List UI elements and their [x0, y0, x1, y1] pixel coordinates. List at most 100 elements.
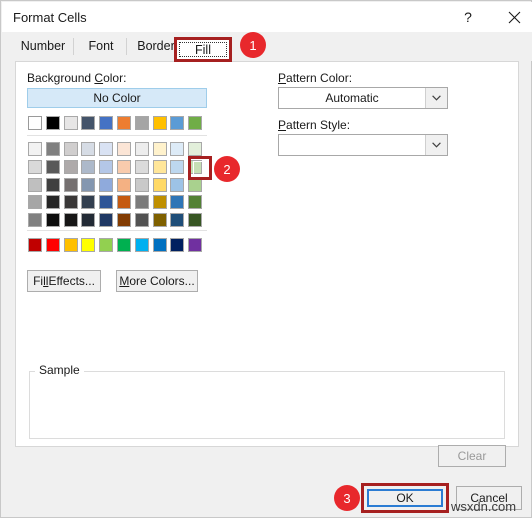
theme-variant-swatch-r1-3[interactable]: [63, 142, 78, 156]
theme-variant-swatch-r2-4[interactable]: [81, 159, 96, 174]
tab-divider: [126, 38, 127, 55]
annotation-badge-1: 1: [240, 32, 266, 58]
theme-variant-swatch-r5-4[interactable]: [81, 213, 96, 228]
theme-variant-swatch-r4-8[interactable]: [152, 195, 167, 210]
standard-color-swatch-3[interactable]: [63, 238, 78, 252]
theme-variant-swatch-r3-7[interactable]: [134, 177, 149, 192]
background-color-label: Background Color:: [27, 71, 127, 85]
theme-variant-swatch-r3-4[interactable]: [81, 177, 96, 192]
standard-color-swatch-5[interactable]: [99, 238, 114, 252]
theme-variant-swatch-r5-6[interactable]: [117, 213, 131, 228]
theme-color-swatch-5[interactable]: [99, 116, 114, 130]
theme-variant-swatch-r3-9[interactable]: [170, 177, 185, 192]
standard-color-swatch-1[interactable]: [28, 238, 42, 252]
ok-button[interactable]: OK: [361, 483, 449, 513]
theme-variant-swatch-r1-2[interactable]: [45, 142, 60, 156]
theme-color-swatch-10[interactable]: [188, 116, 203, 130]
theme-variant-swatch-r2-9[interactable]: [170, 159, 185, 174]
theme-variant-swatch-r4-4[interactable]: [81, 195, 96, 210]
theme-variant-swatch-r5-8[interactable]: [152, 213, 167, 228]
theme-color-swatch-8[interactable]: [152, 116, 167, 130]
standard-color-swatch-2[interactable]: [45, 238, 60, 252]
theme-variant-swatch-r2-1[interactable]: [28, 159, 42, 174]
clear-button[interactable]: Clear: [438, 445, 506, 467]
theme-variant-swatch-r1-9[interactable]: [170, 142, 185, 156]
theme-color-swatch-1[interactable]: [28, 116, 42, 130]
tab-divider: [73, 38, 74, 55]
selected-swatch-highlight[interactable]: [188, 156, 212, 180]
chevron-down-icon[interactable]: [425, 135, 447, 155]
theme-variant-swatch-r3-8[interactable]: [152, 177, 167, 192]
standard-color-swatch-6[interactable]: [117, 238, 131, 252]
title-bar: Format Cells ?: [2, 2, 532, 32]
theme-variant-swatch-r2-5[interactable]: [99, 159, 114, 174]
theme-variant-swatch-r3-2[interactable]: [45, 177, 60, 192]
theme-variant-swatch-r2-3[interactable]: [63, 159, 78, 174]
fill-effects-button[interactable]: Fi ll Effects...: [27, 270, 101, 292]
more-colors-button[interactable]: More Colors...: [116, 270, 198, 292]
theme-color-swatch-7[interactable]: [134, 116, 149, 130]
theme-variant-swatch-r5-9[interactable]: [170, 213, 185, 228]
theme-variant-swatch-r2-6[interactable]: [117, 159, 131, 174]
theme-variant-swatch-r3-3[interactable]: [63, 177, 78, 192]
theme-variant-swatch-r5-2[interactable]: [45, 213, 60, 228]
tab-fill-label: Fill: [195, 42, 211, 57]
standard-color-swatch-8[interactable]: [152, 238, 167, 252]
no-color-button[interactable]: No Color: [27, 88, 207, 108]
annotation-badge-3: 3: [334, 485, 360, 511]
theme-variant-swatch-r4-7[interactable]: [134, 195, 149, 210]
window-title: Format Cells: [13, 10, 87, 25]
theme-variant-swatch-r1-7[interactable]: [134, 142, 149, 156]
theme-variant-swatch-r4-10[interactable]: [188, 195, 203, 210]
theme-variant-swatch-r2-2[interactable]: [45, 159, 60, 174]
theme-variant-swatch-r5-7[interactable]: [134, 213, 149, 228]
theme-variant-swatch-r4-9[interactable]: [170, 195, 185, 210]
chevron-down-icon[interactable]: [425, 88, 447, 108]
theme-variant-swatch-r5-3[interactable]: [63, 213, 78, 228]
close-icon[interactable]: [497, 2, 531, 32]
theme-variant-swatch-r2-7[interactable]: [134, 159, 149, 174]
theme-variant-swatch-r4-3[interactable]: [63, 195, 78, 210]
theme-color-swatch-6[interactable]: [117, 116, 131, 130]
standard-color-swatch-10[interactable]: [188, 238, 203, 252]
tab-strip: Number Font Border: [2, 32, 532, 61]
theme-variant-swatch-r5-5[interactable]: [99, 213, 114, 228]
tab-number[interactable]: Number: [14, 32, 72, 60]
standard-color-swatch-7[interactable]: [134, 238, 149, 252]
watermark: wsxdn.com: [451, 499, 517, 514]
pattern-style-value: [279, 135, 425, 155]
palette-divider: [27, 230, 207, 231]
pattern-color-label: Pattern Color:: [278, 71, 353, 85]
theme-variant-swatch-r1-4[interactable]: [81, 142, 96, 156]
tab-font[interactable]: Font: [77, 32, 125, 60]
theme-variant-swatch-r5-10[interactable]: [188, 213, 203, 228]
format-cells-dialog: Format Cells ? Number Font Border Fill B…: [0, 0, 532, 518]
theme-color-swatch-2[interactable]: [45, 116, 60, 130]
theme-variant-swatch-r3-5[interactable]: [99, 177, 114, 192]
theme-variant-swatch-r1-8[interactable]: [152, 142, 167, 156]
theme-variant-swatch-r3-1[interactable]: [28, 177, 42, 192]
theme-color-swatch-3[interactable]: [63, 116, 78, 130]
theme-variant-swatch-r1-5[interactable]: [99, 142, 114, 156]
standard-color-swatch-4[interactable]: [81, 238, 96, 252]
theme-variant-swatch-r1-1[interactable]: [28, 142, 42, 156]
standard-color-swatch-9[interactable]: [170, 238, 185, 252]
theme-variant-swatch-r4-5[interactable]: [99, 195, 114, 210]
theme-variant-swatch-r3-6[interactable]: [117, 177, 131, 192]
theme-variant-swatch-r4-1[interactable]: [28, 195, 42, 210]
palette-divider: [27, 135, 207, 136]
theme-color-swatch-9[interactable]: [170, 116, 185, 130]
theme-color-swatch-4[interactable]: [81, 116, 96, 130]
theme-variant-swatch-r4-2[interactable]: [45, 195, 60, 210]
question-mark-icon[interactable]: ?: [453, 2, 483, 32]
theme-variant-swatch-r4-6[interactable]: [117, 195, 131, 210]
pattern-style-combo[interactable]: [278, 134, 448, 156]
theme-variant-swatch-r2-8[interactable]: [152, 159, 167, 174]
theme-variant-swatch-r1-10[interactable]: [188, 142, 203, 156]
tab-fill[interactable]: Fill: [174, 37, 232, 62]
annotation-badge-2: 2: [214, 156, 240, 182]
pattern-color-combo[interactable]: Automatic: [278, 87, 448, 109]
theme-variant-swatch-r1-6[interactable]: [117, 142, 131, 156]
pattern-style-label: Pattern Style:: [278, 118, 351, 132]
theme-variant-swatch-r5-1[interactable]: [28, 213, 42, 228]
